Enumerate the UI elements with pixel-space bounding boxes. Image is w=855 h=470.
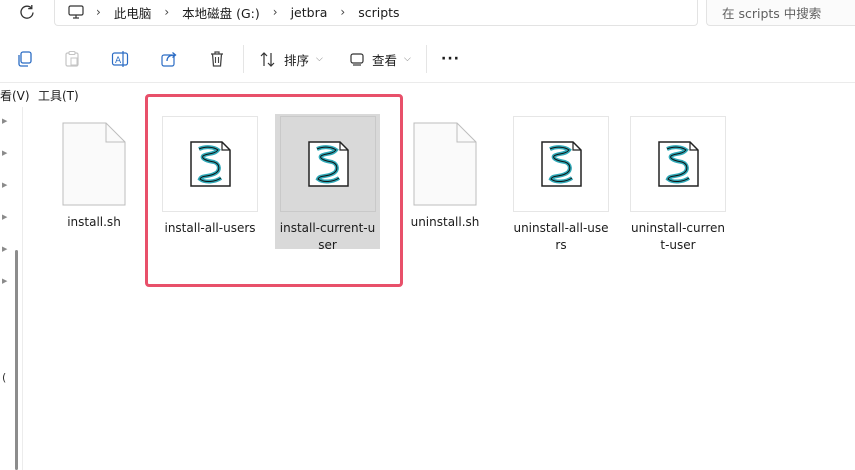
chevron-right-icon: › (164, 5, 170, 19)
view-button[interactable]: 查看 ⌵ (350, 50, 411, 68)
chevron-down-icon: ⌵ (316, 54, 323, 64)
script-file-icon (190, 141, 231, 187)
menu-tools[interactable]: 工具(T) (38, 87, 79, 104)
script-file-icon (658, 141, 699, 187)
file-item[interactable]: uninstall-current-user (630, 116, 726, 254)
address-bar: › 此电脑 › 本地磁盘 (G:) › jetbra › scripts 在 s… (0, 0, 855, 26)
computer-icon[interactable] (68, 5, 84, 19)
rename-icon[interactable]: A (111, 50, 129, 68)
chevron-right-icon: › (340, 5, 346, 19)
file-name: install-current-user (279, 221, 376, 252)
file-name: uninstall-all-users (513, 221, 609, 252)
file-item-selected[interactable]: install-current-user (275, 114, 380, 252)
chevron-right-icon[interactable]: ▶ (2, 277, 7, 285)
file-item[interactable]: uninstall.sh (393, 122, 497, 231)
menu-view[interactable]: 看(V) (0, 87, 30, 104)
file-item[interactable]: install-all-users (162, 116, 258, 237)
file-thumbnail (279, 116, 376, 212)
toolbar-separator (426, 45, 427, 73)
file-name: install-all-users (164, 221, 256, 235)
view-icon (350, 53, 364, 66)
file-thumbnail (513, 116, 609, 212)
breadcrumb: › 此电脑 › 本地磁盘 (G:) › jetbra › scripts (68, 3, 413, 21)
refresh-icon[interactable] (17, 2, 37, 22)
generic-file-icon (62, 122, 126, 206)
script-file-icon (541, 141, 582, 187)
sort-label: 排序 (284, 52, 310, 68)
copy-icon[interactable] (16, 50, 34, 68)
file-name: install.sh (67, 215, 121, 229)
menu-bar: 看(V) 工具(T) (0, 84, 855, 106)
paste-icon (65, 50, 79, 67)
chevron-right-icon[interactable]: ▶ (2, 117, 7, 125)
share-icon[interactable] (160, 50, 178, 68)
generic-file-icon (413, 122, 477, 206)
chevron-right-icon[interactable]: ▶ (2, 245, 7, 253)
breadcrumb-scripts[interactable]: scripts (358, 5, 399, 20)
chevron-right-icon[interactable]: ▶ (2, 149, 7, 157)
sort-icon (260, 51, 275, 67)
navigation-pane: ▶ ▶ ▶ ▶ ▶ ▶ ( (0, 107, 23, 470)
chevron-down-icon: ⌵ (404, 54, 411, 64)
file-item[interactable]: install.sh (42, 122, 146, 231)
view-label: 查看 (372, 52, 398, 68)
scrollbar-thumb[interactable] (15, 250, 18, 470)
file-item[interactable]: uninstall-all-users (513, 116, 609, 254)
delete-icon[interactable] (208, 50, 226, 68)
truncated-nav-item[interactable]: ( (2, 371, 6, 384)
command-bar: A 排序 ⌵ 查看 ⌵ ··· (0, 36, 855, 83)
file-thumbnail (162, 116, 258, 212)
breadcrumb-this-pc[interactable]: 此电脑 (114, 3, 152, 22)
script-file-icon (307, 141, 349, 187)
svg-text:A: A (115, 56, 122, 66)
chevron-right-icon[interactable]: ▶ (2, 181, 7, 189)
file-name: uninstall-current-user (630, 221, 726, 252)
file-name: uninstall.sh (410, 215, 480, 229)
chevron-right-icon: › (272, 5, 278, 19)
search-placeholder: 在 scripts 中搜索 (722, 6, 822, 21)
breadcrumb-drive-g[interactable]: 本地磁盘 (G:) (182, 3, 260, 22)
toolbar-separator (243, 45, 244, 73)
sort-button[interactable]: 排序 ⌵ (259, 50, 323, 68)
file-thumbnail (630, 116, 726, 212)
chevron-right-icon[interactable]: ▶ (2, 213, 7, 221)
chevron-right-icon: › (96, 5, 101, 19)
breadcrumb-jetbra[interactable]: jetbra (291, 5, 328, 20)
more-options-button[interactable]: ··· (441, 50, 460, 68)
